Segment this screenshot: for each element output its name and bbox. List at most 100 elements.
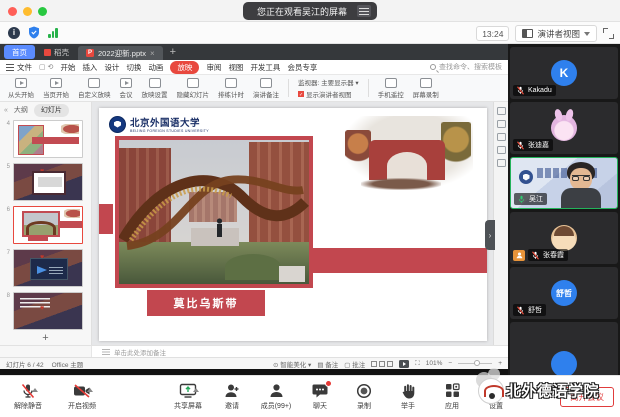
ribbon-phone-remote[interactable]: 手机遥控: [378, 78, 404, 99]
rail-icon-2[interactable]: [497, 120, 506, 128]
raise-hand-button[interactable]: 举手: [386, 382, 430, 411]
members-button[interactable]: 成员(99+): [254, 382, 298, 411]
slide-right-red-bar: [311, 248, 487, 273]
menu-devtools[interactable]: 开发工具: [250, 62, 280, 73]
slide-thumbnail-7[interactable]: ♥: [13, 249, 83, 287]
wps-status-bar: 幻灯片 6 / 42 Office 主题 ⊙ 智能美化 ▾ ▤ 备注 ▢ 批注 …: [0, 357, 508, 369]
menu-insert[interactable]: 插入: [82, 62, 97, 73]
chevron-up-icon[interactable]: [32, 388, 38, 392]
banner-menu-icon[interactable]: [357, 5, 371, 17]
rail-icon-1[interactable]: [497, 107, 506, 115]
avatar: [551, 351, 577, 375]
share-screen-button[interactable]: 共享屏幕: [166, 382, 210, 411]
ribbon-screen-record[interactable]: 屏幕录制: [413, 78, 439, 99]
participant-tile-zhangdijia[interactable]: 张迪嘉: [510, 102, 618, 154]
speaker-person: [559, 162, 603, 209]
docer-icon: [44, 49, 51, 56]
start-video-button[interactable]: 开启视频: [60, 382, 104, 411]
new-tab-button[interactable]: +: [170, 46, 176, 58]
slide-thumbnail-8[interactable]: ♥: [13, 292, 83, 330]
menu-animation[interactable]: 动画: [148, 62, 163, 73]
comments-toggle-button[interactable]: ▢ 批注: [344, 359, 365, 369]
settings-button[interactable]: 设置: [474, 382, 518, 411]
participant-tile-kakadu[interactable]: K Kakadu: [510, 47, 618, 99]
ribbon-meeting[interactable]: 会议: [120, 78, 133, 99]
quick-save-icons[interactable]: ▢ ⟲: [39, 63, 53, 71]
menu-transition[interactable]: 切换: [126, 62, 141, 73]
ribbon-monitor-group[interactable]: 监视器: 主要显示器 ▾ ✓显示演讲者视图: [298, 77, 359, 99]
shared-screen-area: 首页 稻壳 P 2022迎新.pptx × + 文件 ▢ ⟲ 开始 插入 设计 …: [0, 44, 508, 375]
wps-tab-home[interactable]: 首页: [4, 45, 35, 59]
notes-icon: [102, 349, 110, 355]
menu-review[interactable]: 审阅: [206, 62, 221, 73]
menu-slideshow-active[interactable]: 放映: [170, 61, 199, 74]
zoom-in-button[interactable]: +: [498, 360, 502, 367]
wps-tab-document[interactable]: P 2022迎新.pptx ×: [78, 46, 163, 60]
menu-view[interactable]: 视图: [228, 62, 243, 73]
ribbon-hide-slide[interactable]: 隐藏幻灯片: [177, 78, 210, 99]
security-shield-icon[interactable]: [28, 26, 40, 39]
leave-meeting-button[interactable]: 离开会议: [560, 387, 614, 407]
ribbon-rehearse[interactable]: 排练计时: [218, 78, 244, 99]
ribbon-custom-show[interactable]: 自定义放映: [78, 78, 111, 99]
gear-icon: [488, 383, 504, 399]
bunny-avatar: [551, 115, 577, 141]
fit-icon[interactable]: ⛶: [415, 360, 420, 368]
add-slide-button[interactable]: +: [0, 331, 91, 345]
menu-member[interactable]: 会员专享: [287, 62, 317, 73]
view-mode-button[interactable]: 演讲者视图: [515, 25, 597, 42]
chevron-up-icon[interactable]: [193, 388, 199, 392]
ribbon-from-beginning[interactable]: 从头开始: [8, 78, 34, 99]
chevron-up-icon[interactable]: [87, 388, 93, 392]
meeting-statusbar: i 13:24 演讲者视图: [0, 22, 620, 44]
wps-search-box[interactable]: 查找命令、搜索模板: [430, 62, 502, 72]
slide-thumbnail-4[interactable]: [13, 120, 83, 158]
participant-tile-wujiang-speaking[interactable]: 吴江: [510, 157, 618, 209]
slide-thumbnail-6-selected[interactable]: [13, 206, 83, 244]
menu-design[interactable]: 设计: [104, 62, 119, 73]
slide-canvas[interactable]: 北京外国语大学 BEIJING FOREIGN STUDIES UNIVERSI…: [92, 102, 493, 345]
record-button[interactable]: 录制: [342, 382, 386, 411]
ribbon-show-settings[interactable]: 放映设置: [142, 78, 168, 99]
view-switcher-icons[interactable]: [371, 361, 393, 367]
meeting-info-icon[interactable]: i: [8, 27, 20, 39]
slideshow-play-button[interactable]: [399, 360, 409, 368]
zoom-out-button[interactable]: −: [448, 360, 452, 367]
unmute-button[interactable]: 解除静音: [6, 382, 50, 411]
fullscreen-icon[interactable]: [603, 28, 614, 39]
network-signal-icon: [48, 27, 58, 38]
muted-mic-icon: [516, 141, 525, 150]
rail-icon-5[interactable]: [497, 159, 506, 167]
ribbon-speaker-notes[interactable]: 演讲备注: [253, 78, 279, 99]
slide-thumbnail-panel: « 大纲 幻灯片 4 5 ♥ 6 7 ♥ 8: [0, 102, 92, 345]
participant-tile-shuzhe[interactable]: 舒哲 舒哲: [510, 267, 618, 319]
tab-slides[interactable]: 幻灯片: [34, 104, 69, 117]
participant-tile-zhangchunxia[interactable]: 张春霞: [510, 212, 618, 264]
checkbox-checked-icon[interactable]: ✓: [298, 91, 304, 97]
ribbon-from-current[interactable]: 当页开始: [43, 78, 69, 99]
notes-toggle-button[interactable]: ▤ 备注: [317, 359, 338, 369]
rail-icon-3[interactable]: [497, 133, 506, 141]
minimize-window-button[interactable]: [23, 7, 32, 16]
tab-outline[interactable]: 大纲: [14, 105, 28, 115]
invite-button[interactable]: 邀请: [210, 382, 254, 411]
smart-beautify-button[interactable]: ⊙ 智能美化 ▾: [273, 359, 311, 369]
participant-tile-partial[interactable]: [510, 322, 618, 375]
close-window-button[interactable]: [8, 7, 17, 16]
menu-start[interactable]: 开始: [60, 62, 75, 73]
notes-placeholder[interactable]: 单击此处添加备注: [92, 346, 508, 357]
meeting-time: 13:24: [476, 26, 509, 41]
slide-thumbnail-5[interactable]: ♥: [13, 163, 83, 201]
close-tab-icon[interactable]: ×: [150, 49, 155, 58]
menu-file[interactable]: 文件: [6, 62, 32, 73]
rail-collapse-handle[interactable]: ›: [485, 220, 495, 250]
zoom-slider[interactable]: [458, 363, 492, 365]
wps-menu-bar: 文件 ▢ ⟲ 开始 插入 设计 切换 动画 放映 审阅 视图 开发工具 会员专享…: [0, 60, 508, 75]
chat-button[interactable]: 聊天: [298, 382, 342, 411]
wps-tab-docer[interactable]: 稻壳: [38, 45, 75, 59]
zoom-window-button[interactable]: [38, 7, 47, 16]
panel-collapse-icon[interactable]: «: [4, 107, 8, 114]
apps-grid-icon: [445, 383, 460, 398]
apps-button[interactable]: 应用: [430, 382, 474, 411]
rail-icon-4[interactable]: [497, 146, 506, 154]
